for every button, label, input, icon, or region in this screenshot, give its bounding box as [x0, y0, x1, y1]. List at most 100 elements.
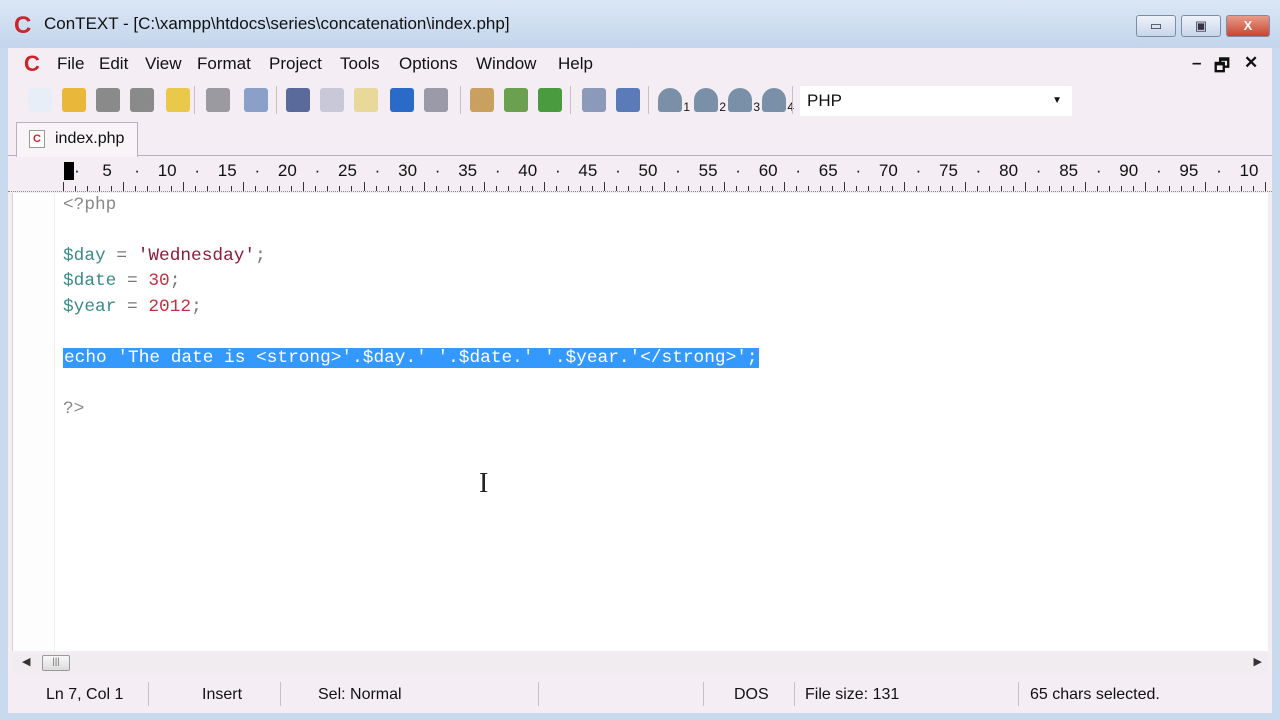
ruler-label: 70 — [878, 161, 898, 180]
ruler-dot: · — [134, 161, 140, 180]
ruler-tick — [279, 186, 281, 191]
ruler-tick — [1240, 186, 1242, 191]
ruler-tick — [111, 186, 113, 191]
code-area[interactable]: <?php $day = 'Wednesday'; $date = 30; $y… — [63, 193, 759, 419]
ruler-tick — [435, 186, 437, 191]
ruler-tick — [243, 182, 245, 191]
menu-edit[interactable]: Edit — [99, 54, 128, 74]
code-line-9: ?> — [63, 397, 84, 422]
menu-tools[interactable]: Tools — [340, 54, 380, 74]
minimize-button[interactable]: ▭ — [1136, 15, 1176, 37]
user-command-2-icon[interactable]: 2 — [694, 88, 726, 114]
ruler-tick — [712, 186, 714, 191]
ruler-tick — [1204, 182, 1206, 191]
mdi-restore-button[interactable]: 🗗 — [1214, 53, 1230, 82]
user-command-4-icon[interactable]: 4 — [762, 88, 794, 114]
toolbar: PHP ▼ 1 2 34 — [8, 84, 1272, 118]
ruler-tick — [1096, 186, 1098, 191]
code-line-1: <?php — [63, 193, 116, 218]
ruler-tick — [219, 186, 221, 191]
ruler-tick — [1000, 186, 1002, 191]
horizontal-scrollbar[interactable]: ◀ ||| ▶ — [12, 653, 1268, 673]
ruler-label: 35 — [458, 161, 478, 180]
find-next-icon[interactable] — [504, 88, 528, 112]
mdi-close-button[interactable]: ✕ — [1244, 53, 1258, 73]
title-bar: C ConTEXT - [C:\xampp\htdocs\series\conc… — [0, 0, 1280, 48]
tab-bar: C index.php — [8, 122, 1272, 157]
menu-view[interactable]: View — [145, 54, 182, 74]
undo-icon[interactable] — [390, 88, 414, 112]
document-icon[interactable]: C — [24, 51, 40, 77]
ruler-tick — [928, 186, 930, 191]
save-icon[interactable] — [96, 88, 120, 112]
code-line-4: $date = 30; — [63, 269, 180, 294]
scroll-right-icon[interactable]: ▶ — [1254, 655, 1262, 668]
menu-options[interactable]: Options — [399, 54, 458, 74]
user-command-1-icon[interactable]: 1 — [658, 88, 690, 114]
ruler-tick — [399, 186, 401, 191]
ruler-tick — [844, 182, 846, 191]
menu-help[interactable]: Help — [558, 54, 593, 74]
ruler-tick — [1108, 186, 1110, 191]
ruler-tick — [363, 182, 365, 191]
ruler-tick — [988, 186, 990, 191]
open-file-icon[interactable] — [62, 88, 86, 112]
new-file-icon[interactable] — [28, 88, 52, 112]
replace-icon[interactable] — [538, 88, 562, 112]
menu-format[interactable]: Format — [197, 54, 251, 74]
user-command-3-icon[interactable]: 3 — [728, 88, 760, 114]
tab-index-php[interactable]: C index.php — [16, 122, 138, 157]
toolbar-separator — [460, 86, 461, 114]
ruler-tick — [1216, 186, 1218, 191]
redo-icon[interactable] — [424, 88, 448, 112]
code-editor[interactable]: <?php $day = 'Wednesday'; $date = 30; $y… — [12, 193, 1268, 651]
ruler-tick — [952, 186, 954, 191]
status-line-endings: DOS — [734, 686, 769, 703]
scroll-thumb[interactable]: ||| — [42, 655, 70, 671]
ruler-label: 25 — [338, 161, 357, 180]
ruler-dot: · — [795, 161, 802, 180]
ruler-tick — [531, 186, 533, 191]
mdi-minimize-button[interactable]: – — [1192, 53, 1201, 73]
ruler-label: 75 — [939, 161, 958, 180]
menu-file[interactable]: File — [57, 54, 84, 74]
ruler-dot: · — [494, 161, 501, 180]
ruler-dot: · — [915, 161, 922, 180]
app-frame: C File Edit View Format Project Tools Op… — [8, 48, 1272, 713]
tools-icon[interactable] — [616, 88, 640, 112]
print-icon[interactable] — [206, 88, 230, 112]
scroll-left-icon[interactable]: ◀ — [22, 655, 30, 668]
cut-icon[interactable] — [286, 88, 310, 112]
save-all-icon[interactable] — [130, 88, 154, 112]
ruler-tick — [700, 186, 702, 191]
menu-project[interactable]: Project — [269, 54, 322, 74]
find-icon[interactable] — [470, 88, 494, 112]
tab-label: index.php — [55, 130, 125, 147]
code-line-3: $day = 'Wednesday'; — [63, 244, 266, 269]
copy-icon[interactable] — [320, 88, 344, 112]
ruler-tick — [784, 182, 786, 191]
selected-text[interactable]: echo 'The date is <strong>'.$day.' '.$da… — [63, 348, 759, 368]
print-preview-icon[interactable] — [244, 88, 268, 112]
maximize-button[interactable]: ▣ — [1181, 15, 1221, 37]
token-var: $year — [63, 297, 117, 317]
ruler-dot: · — [434, 161, 441, 180]
ruler-tick — [868, 186, 870, 191]
gutter — [13, 193, 55, 651]
menu-window[interactable]: Window — [476, 54, 536, 74]
token-var: $date — [63, 271, 117, 291]
token-semicolon: ; — [255, 246, 266, 266]
language-select[interactable]: PHP ▼ — [800, 86, 1072, 116]
open-folder-icon[interactable] — [166, 88, 190, 112]
paste-icon[interactable] — [354, 88, 378, 112]
ruler-tick — [1072, 186, 1074, 191]
file-properties-icon[interactable] — [582, 88, 606, 112]
ruler-tick — [904, 182, 906, 191]
status-divider — [280, 682, 281, 706]
ruler-tick — [1120, 186, 1122, 191]
ruler-tick — [543, 182, 545, 191]
close-button[interactable]: X — [1226, 15, 1270, 37]
ruler-label: 40 — [518, 161, 538, 180]
token-op: = — [105, 246, 138, 266]
ruler-tick — [195, 186, 197, 191]
